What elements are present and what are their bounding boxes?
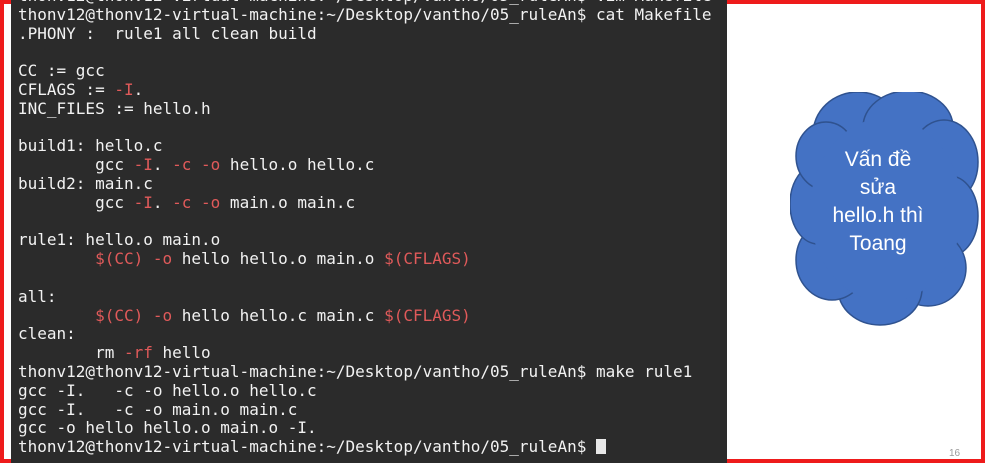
- terminal-line: gcc -I. -c -o main.o main.c: [18, 192, 712, 213]
- cloud-callout-text: Vấn đề sửa hello.h thì Toang: [808, 146, 948, 258]
- terminal-highlight-token: -c: [172, 192, 192, 212]
- terminal-line: build1: hello.c: [18, 136, 712, 156]
- terminal-line: gcc -I. -c -o main.o main.c: [18, 399, 712, 420]
- terminal-highlight-token: -o: [152, 305, 173, 325]
- terminal-text: .: [152, 155, 173, 175]
- terminal-text: gcc -o hello hello.o main.o -I.: [18, 418, 317, 438]
- terminal-text: INC_FILES := hello.h: [18, 98, 211, 118]
- terminal-text: build1: hello.c: [18, 136, 163, 156]
- terminal-highlight-token: -o: [201, 155, 221, 175]
- terminal-highlight-token: -I: [114, 79, 134, 99]
- terminal-cursor: [595, 439, 606, 455]
- terminal-text: main.o main.c: [220, 192, 356, 212]
- terminal-highlight-token: -I: [133, 192, 153, 212]
- terminal-highlight-token: $(CC): [95, 305, 144, 325]
- terminal-line: thonv12@thonv12-virtual-machine:~/Deskto…: [18, 437, 712, 457]
- terminal-output: thonv12@thonv12-virtual-machine:~/Deskto…: [18, 0, 712, 457]
- terminal-line: .PHONY : rule1 all clean build: [18, 23, 712, 44]
- terminal-text: all:: [18, 286, 57, 306]
- page-number: 16: [949, 448, 961, 459]
- terminal-line: all:: [18, 286, 712, 307]
- terminal-text: gcc: [18, 192, 134, 212]
- terminal-line: gcc -I. -c -o hello.o hello.c: [18, 155, 712, 175]
- terminal-highlight-token: -I: [133, 155, 153, 175]
- cloud-callout-line: Toang: [849, 232, 907, 255]
- terminal-text: hello hello.o main.o: [172, 249, 385, 269]
- terminal-text: .: [152, 192, 173, 212]
- terminal-line: INC_FILES := hello.h: [18, 98, 712, 119]
- terminal-line: CFLAGS := -I.: [18, 79, 712, 100]
- terminal-text: build2: main.c: [18, 173, 153, 193]
- terminal-text: hello.o hello.c: [220, 155, 375, 175]
- terminal-line: $(CC) -o hello hello.c main.c $(CFLAGS): [18, 305, 712, 326]
- terminal-line: gcc -o hello hello.o main.o -I.: [18, 418, 712, 438]
- terminal-text: .PHONY : rule1 all clean build: [18, 23, 317, 43]
- cloud-callout-line: sửa: [859, 176, 897, 199]
- terminal-highlight-token: -rf: [123, 343, 153, 363]
- terminal-line: thonv12@thonv12-virtual-machine:~/Deskto…: [18, 4, 712, 25]
- terminal-text: .: [133, 79, 144, 99]
- terminal-line: $(CC) -o hello hello.o main.o $(CFLAGS): [18, 249, 712, 269]
- terminal-line: clean:: [18, 324, 712, 344]
- terminal-highlight-token: $(CFLAGS): [384, 305, 471, 325]
- terminal-text: thonv12@thonv12-virtual-machine:~/Deskto…: [18, 4, 712, 24]
- terminal-text: rule1: hello.o main.o: [18, 230, 221, 250]
- terminal-text: thonv12@thonv12-virtual-machine:~/Deskto…: [18, 361, 693, 381]
- terminal-text: hello: [152, 343, 211, 363]
- terminal-line: rm -rf hello: [18, 343, 712, 363]
- terminal-text: thonv12@thonv12-virtual-machine:~/Deskto…: [18, 437, 596, 457]
- terminal-text: hello hello.c main.c: [172, 305, 385, 325]
- terminal-highlight-token: -o: [201, 192, 221, 212]
- terminal-line: CC := gcc: [18, 61, 712, 81]
- terminal-text: gcc: [18, 155, 134, 175]
- terminal-highlight-token: -c: [172, 155, 192, 175]
- terminal-text: CFLAGS :=: [18, 79, 115, 99]
- terminal-line: thonv12@thonv12-virtual-machine:~/Deskto…: [18, 361, 712, 382]
- terminal-highlight-token: -o: [152, 249, 173, 269]
- terminal-text: rm: [18, 343, 124, 363]
- cloud-callout-line: hello.h thì: [832, 204, 924, 227]
- terminal-text: gcc -I. -c -o main.o main.c: [18, 399, 298, 419]
- terminal-screenshot: thonv12@thonv12-virtual-machine:~/Deskto…: [11, 0, 727, 463]
- terminal-text: gcc -I. -c -o hello.o hello.c: [18, 380, 317, 400]
- terminal-text: CC := gcc: [18, 61, 105, 81]
- cloud-callout-line: Vấn đề: [844, 148, 912, 171]
- terminal-highlight-token: $(CFLAGS): [384, 249, 471, 269]
- terminal-line: gcc -I. -c -o hello.o hello.c: [18, 380, 712, 401]
- terminal-text: clean:: [18, 324, 76, 344]
- terminal-highlight-token: $(CC): [95, 249, 144, 269]
- terminal-line: rule1: hello.o main.o: [18, 230, 712, 250]
- terminal-line: build2: main.c: [18, 173, 712, 194]
